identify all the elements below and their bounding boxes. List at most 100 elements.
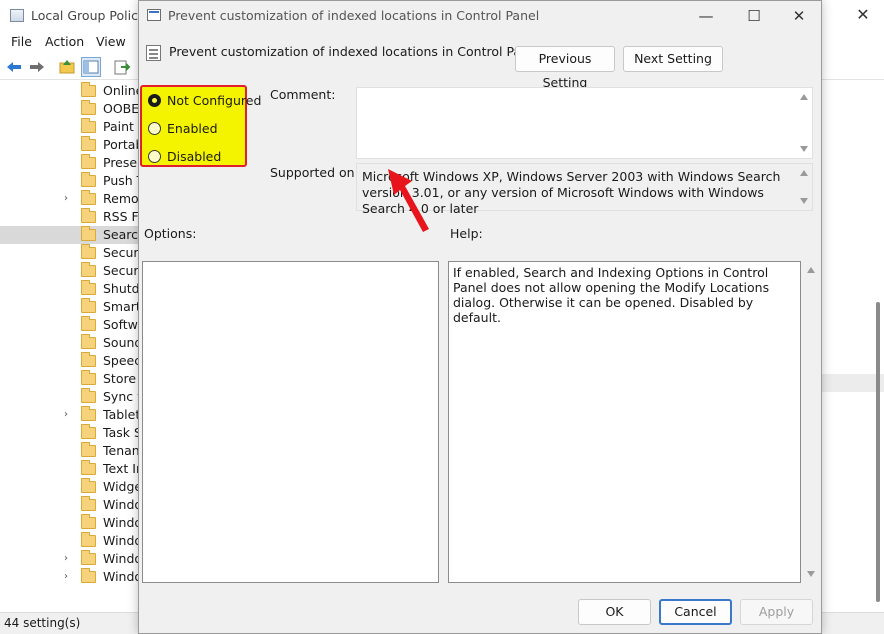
tree-item[interactable]: Sync y — [0, 388, 138, 406]
folder-icon — [81, 388, 96, 403]
chevron-right-icon[interactable]: › — [64, 193, 68, 204]
folder-icon — [81, 100, 96, 115]
tree-item-label: Widge — [103, 479, 138, 494]
status-text: 44 setting(s) — [4, 616, 81, 630]
radio-button[interactable] — [148, 150, 161, 163]
folder-icon — [81, 298, 96, 313]
scroll-down-icon[interactable] — [800, 146, 808, 152]
menu-file[interactable]: File — [11, 34, 32, 49]
tree-item[interactable]: Widge — [0, 478, 138, 496]
tree-item[interactable]: Softwa — [0, 316, 138, 334]
scroll-up-icon[interactable] — [800, 94, 808, 100]
next-setting-button[interactable]: Next Setting — [623, 46, 723, 72]
dialog-title: Prevent customization of indexed locatio… — [168, 8, 540, 23]
radio-label: Disabled — [167, 149, 222, 164]
tree-item-label: Windo — [103, 533, 138, 548]
tree-item[interactable]: Tenant — [0, 442, 138, 460]
folder-icon — [81, 244, 96, 259]
tree-item[interactable]: › Windo — [0, 550, 138, 568]
scroll-up-icon[interactable] — [800, 170, 808, 176]
tree-item-label: Windo — [103, 551, 138, 566]
folder-icon — [81, 118, 96, 133]
settings-list-pane[interactable] — [822, 82, 884, 612]
tree-item[interactable]: Secure — [0, 244, 138, 262]
folder-icon — [81, 262, 96, 277]
scroll-up-icon[interactable] — [807, 267, 815, 273]
chevron-right-icon[interactable]: › — [64, 553, 68, 564]
radio-button[interactable] — [148, 94, 161, 107]
app-icon — [10, 9, 24, 22]
scroll-down-icon[interactable] — [800, 198, 808, 204]
tree-item[interactable]: Presen — [0, 154, 138, 172]
tree-item[interactable]: Store — [0, 370, 138, 388]
list-scrollbar[interactable] — [876, 302, 880, 602]
tree-item-label: Search — [103, 227, 138, 242]
comment-label: Comment: — [270, 87, 336, 102]
maximize-button[interactable]: ☐ — [734, 3, 774, 29]
menu-view[interactable]: View — [96, 34, 126, 49]
tree-item-label: Windo — [103, 497, 138, 512]
radio-label: Not Configured — [167, 93, 262, 108]
dialog-titlebar: Prevent customization of indexed locatio… — [139, 1, 821, 31]
previous-setting-button[interactable]: Previous Setting — [515, 46, 615, 90]
export-icon[interactable] — [112, 57, 132, 77]
tree-item[interactable]: Shutdo — [0, 280, 138, 298]
folder-up-icon[interactable] — [57, 57, 77, 77]
scroll-down-icon[interactable] — [807, 571, 815, 577]
chevron-right-icon[interactable]: › — [64, 409, 68, 420]
policy-name: Prevent customization of indexed locatio… — [169, 44, 541, 59]
editor-close-button[interactable]: ✕ — [848, 4, 878, 26]
tree-item[interactable]: Windo — [0, 496, 138, 514]
tree-item[interactable]: › Tablet — [0, 406, 138, 424]
back-arrow-icon[interactable] — [4, 57, 24, 77]
tree-item-label: Securit — [103, 263, 138, 278]
cancel-button[interactable]: Cancel — [659, 599, 732, 625]
tree-item[interactable]: Smart — [0, 298, 138, 316]
tree-item[interactable]: › Windo — [0, 568, 138, 586]
dialog-icon — [147, 9, 161, 21]
tree-item[interactable]: Text In — [0, 460, 138, 478]
folder-icon — [81, 406, 96, 421]
folder-icon — [81, 280, 96, 295]
show-hide-tree-icon[interactable] — [81, 57, 101, 77]
folder-icon — [81, 334, 96, 349]
ok-button[interactable]: OK — [578, 599, 651, 625]
tree-item-label: Sync y — [103, 389, 138, 404]
tree-item[interactable]: Windo — [0, 532, 138, 550]
menu-action[interactable]: Action — [45, 34, 84, 49]
tree-item[interactable]: Securit — [0, 262, 138, 280]
policy-state-group: Not Configured Enabled Disabled — [140, 85, 261, 167]
tree-item[interactable]: Paint — [0, 118, 138, 136]
tree-item[interactable]: Sound — [0, 334, 138, 352]
chevron-right-icon[interactable]: › — [64, 571, 68, 582]
folder-icon — [81, 370, 96, 385]
supported-on-label: Supported on: — [270, 165, 359, 180]
folder-icon — [81, 136, 96, 151]
folder-icon — [81, 568, 96, 583]
radio-button[interactable] — [148, 122, 161, 135]
close-button[interactable]: ✕ — [779, 3, 819, 29]
comment-field[interactable] — [356, 87, 813, 159]
tree-item[interactable]: Search — [0, 226, 138, 244]
tree-item[interactable]: Push T — [0, 172, 138, 190]
tree-item[interactable]: Speech — [0, 352, 138, 370]
tree-item[interactable]: OOBE — [0, 100, 138, 118]
tree-item[interactable]: Task Sc — [0, 424, 138, 442]
tree-item[interactable]: › Remot — [0, 190, 138, 208]
folder-icon — [81, 226, 96, 241]
comment-scrollbar[interactable] — [796, 88, 812, 158]
policy-tree[interactable]: Online OOBE Paint Portab Presen Push T › Remot R… — [0, 82, 138, 612]
tree-item[interactable]: Windo — [0, 514, 138, 532]
tree-item-label: Secure — [103, 245, 138, 260]
tree-item[interactable]: Online — [0, 82, 138, 100]
minimize-button[interactable]: — — [686, 3, 726, 29]
help-scrollbar[interactable] — [803, 261, 819, 583]
list-row-highlight — [822, 374, 884, 392]
forward-arrow-icon[interactable] — [27, 57, 47, 77]
tree-item[interactable]: RSS Fe — [0, 208, 138, 226]
tree-item[interactable]: Portab — [0, 136, 138, 154]
folder-icon — [81, 514, 96, 529]
supported-scrollbar[interactable] — [796, 164, 812, 210]
folder-icon — [81, 172, 96, 187]
folder-icon — [81, 316, 96, 331]
